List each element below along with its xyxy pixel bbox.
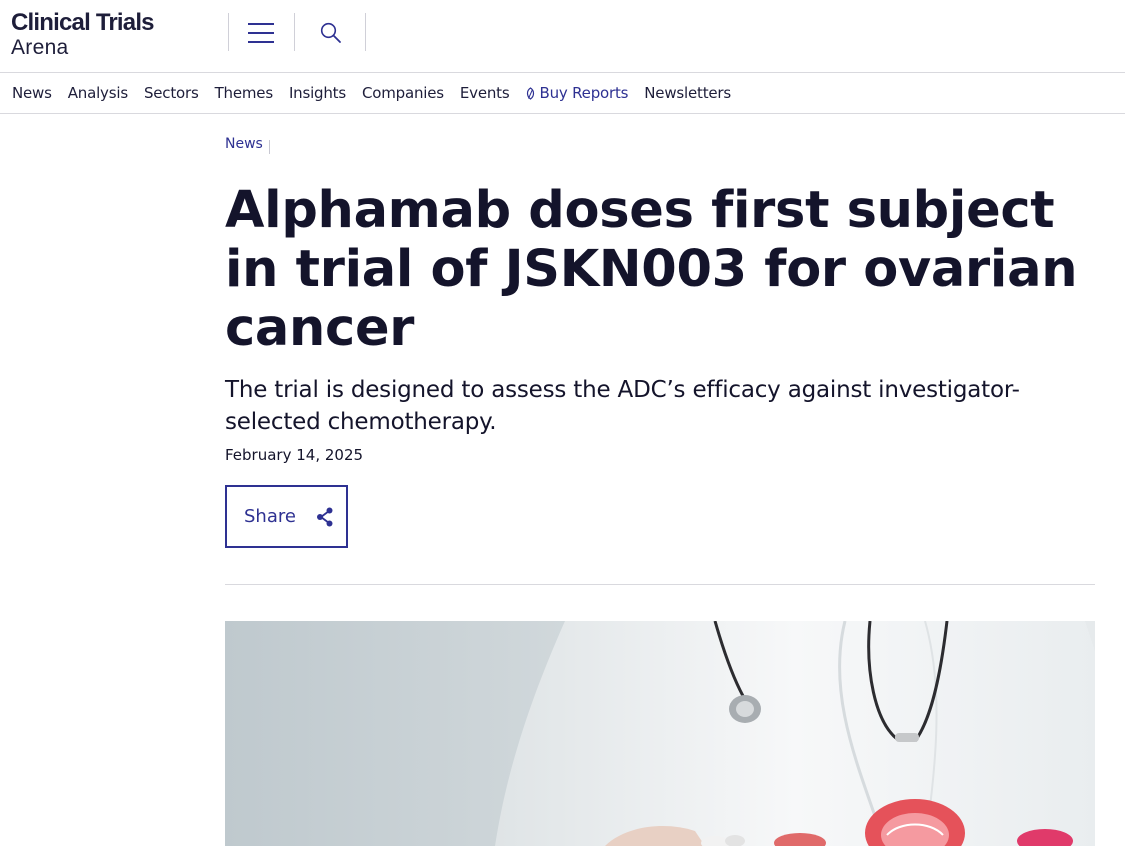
nav-item-themes[interactable]: Themes [215, 84, 274, 102]
site-logo[interactable]: Clinical Trials Arena [11, 9, 155, 59]
share-icon [316, 507, 334, 527]
search-icon [320, 22, 341, 43]
main-nav: News Analysis Sectors Themes Insights Co… [0, 73, 1125, 114]
category-separator [269, 140, 270, 154]
header-divider [294, 13, 295, 51]
nav-item-news[interactable]: News [12, 84, 52, 102]
nav-item-label: Buy Reports [539, 84, 629, 102]
article-category-link[interactable]: News [225, 136, 263, 152]
article-date: February 14, 2025 [225, 446, 364, 464]
section-divider [225, 584, 1095, 585]
article-subtitle: The trial is designed to assess the ADC’… [225, 377, 1020, 435]
header-divider [365, 13, 366, 51]
logo-text-secondary: Arena [11, 36, 69, 59]
nav-item-buy-reports[interactable]: Buy Reports [525, 84, 628, 102]
menu-button[interactable] [236, 14, 286, 52]
share-button[interactable]: Share [225, 485, 348, 548]
logo-text-primary: Clinical Trials [11, 9, 155, 36]
article-title: Alphamab doses first subject in trial of… [225, 181, 1078, 358]
share-label: Share [244, 506, 296, 527]
nav-item-companies[interactable]: Companies [362, 84, 444, 102]
nav-item-events[interactable]: Events [460, 84, 510, 102]
nav-item-sectors[interactable]: Sectors [144, 84, 199, 102]
hero-image [225, 621, 1095, 846]
site-header: Clinical Trials Arena [0, 0, 1125, 73]
search-button[interactable] [304, 14, 358, 52]
hamburger-menu-icon [248, 23, 274, 43]
nav-item-analysis[interactable]: Analysis [68, 84, 128, 102]
nav-item-newsletters[interactable]: Newsletters [644, 84, 731, 102]
header-divider [228, 13, 229, 51]
leaf-icon [527, 86, 535, 100]
nav-item-insights[interactable]: Insights [289, 84, 346, 102]
